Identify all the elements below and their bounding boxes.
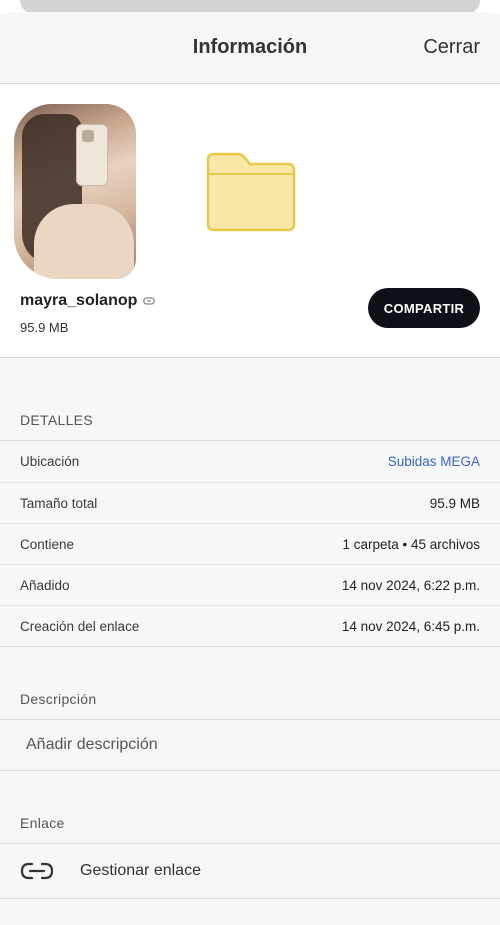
detail-key: Tamaño total xyxy=(20,495,98,511)
detail-row-added: Añadido 14 nov 2024, 6:22 p.m. xyxy=(0,564,500,605)
manage-link-icon xyxy=(20,862,54,880)
detail-value: 14 nov 2024, 6:22 p.m. xyxy=(341,577,480,593)
description-field-wrapper xyxy=(0,719,500,771)
thumbnail-shirt-shape xyxy=(34,204,134,279)
file-size: 95.9 MB xyxy=(20,320,69,335)
detail-key: Añadido xyxy=(20,577,70,593)
detail-value: 95.9 MB xyxy=(429,495,480,511)
thumbnail-phone-shape xyxy=(76,124,108,186)
detail-key: Ubicación xyxy=(20,454,80,469)
link-icon xyxy=(143,297,156,305)
file-name-row: mayra_solanop xyxy=(20,292,156,310)
manage-link-button[interactable]: Gestionar enlace xyxy=(0,843,500,899)
close-button[interactable]: Cerrar xyxy=(423,36,480,59)
detail-value: 1 carpeta • 45 archivos xyxy=(342,536,480,552)
details-list: Ubicación Subidas MEGA Tamaño total 95.9… xyxy=(0,440,500,647)
detail-row-location: Ubicación Subidas MEGA xyxy=(0,441,500,482)
manage-link-label: Gestionar enlace xyxy=(80,862,201,879)
detail-key: Creación del enlace xyxy=(20,618,140,634)
thumbnail-photo[interactable] xyxy=(14,104,136,279)
link-section: Enlace Gestionar enlace xyxy=(0,803,500,899)
description-section-label: Descripción xyxy=(20,691,97,707)
description-section: Descripción xyxy=(0,679,500,771)
detail-row-link-created: Creación del enlace 14 nov 2024, 6:45 p.… xyxy=(0,605,500,646)
detail-row-total-size: Tamaño total 95.9 MB xyxy=(0,482,500,523)
detail-value: 14 nov 2024, 6:45 p.m. xyxy=(341,618,480,634)
location-link[interactable]: Subidas MEGA xyxy=(388,454,480,469)
link-section-label: Enlace xyxy=(20,815,65,831)
folder-icon xyxy=(206,152,296,232)
file-name: mayra_solanop xyxy=(20,292,138,309)
share-button[interactable]: COMPARTIR xyxy=(368,288,480,328)
info-sheet: Información Cerrar mayra_solanop 95.9 MB… xyxy=(0,12,500,925)
description-input[interactable] xyxy=(0,720,500,770)
detail-row-contains: Contiene 1 carpeta • 45 archivos xyxy=(0,523,500,564)
item-header: mayra_solanop 95.9 MB COMPARTIR xyxy=(0,84,500,358)
details-section-label: DETALLES xyxy=(20,412,93,428)
detail-key: Contiene xyxy=(20,536,75,552)
nav-bar: Información Cerrar xyxy=(0,12,500,84)
